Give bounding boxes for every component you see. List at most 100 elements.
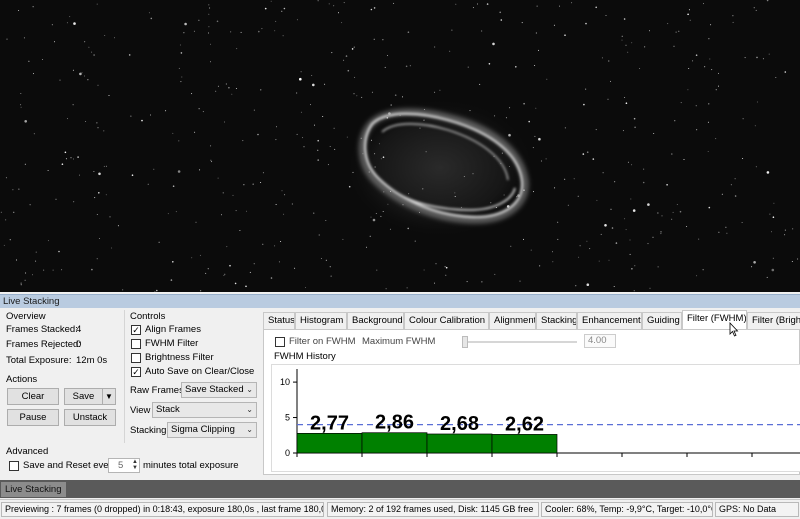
tab-guiding[interactable]: Guiding: [642, 312, 682, 329]
star: [232, 194, 234, 196]
star: [387, 55, 388, 56]
star: [333, 127, 335, 129]
star: [490, 202, 492, 204]
star: [371, 139, 372, 141]
star: [586, 283, 590, 287]
star: [257, 133, 259, 136]
star: [762, 58, 764, 60]
star: [42, 59, 43, 60]
star: [564, 178, 566, 180]
tab-status[interactable]: Status: [263, 312, 295, 329]
tab-filter-bright[interactable]: Filter (Bright: [747, 312, 800, 329]
star: [466, 281, 468, 283]
star: [501, 152, 503, 154]
unstack-button[interactable]: Unstack: [64, 409, 116, 426]
star: [217, 85, 219, 87]
star: [718, 231, 720, 233]
star: [631, 42, 633, 44]
align-frames-label: Align Frames: [145, 324, 201, 335]
star: [673, 45, 675, 47]
brightness-filter-checkbox[interactable]: [131, 353, 141, 363]
align-frames-checkbox[interactable]: ✓: [131, 325, 141, 335]
star: [772, 216, 775, 218]
star: [98, 238, 100, 239]
star: [402, 96, 403, 98]
star: [373, 38, 375, 40]
star: [351, 48, 354, 50]
star: [704, 66, 706, 68]
max-fwhm-slider[interactable]: [462, 336, 577, 348]
star: [96, 258, 98, 260]
stepper-arrows-icon[interactable]: ▲ ▼: [132, 459, 138, 471]
star: [258, 30, 260, 33]
star: [20, 106, 22, 108]
star: [647, 203, 650, 206]
star: [338, 12, 339, 14]
tab-live-stacking[interactable]: Live Stacking: [1, 482, 66, 497]
star: [715, 89, 717, 91]
tab-enhancement[interactable]: Enhancement: [577, 312, 642, 329]
star: [510, 245, 512, 247]
star: [629, 253, 631, 255]
star: [768, 53, 770, 55]
save-reset-stepper[interactable]: 5 ▲ ▼: [108, 458, 140, 473]
star: [657, 212, 659, 214]
pause-button[interactable]: Pause: [7, 409, 59, 426]
star: [380, 215, 382, 217]
star: [320, 258, 322, 259]
save-reset-checkbox[interactable]: [9, 461, 19, 471]
star: [734, 178, 736, 180]
star: [696, 275, 698, 277]
star: [680, 102, 682, 104]
save-button[interactable]: Save: [64, 388, 103, 405]
star: [28, 60, 30, 62]
star: [72, 158, 74, 160]
tab-background[interactable]: Background: [347, 312, 404, 329]
fwhm-value-label: 2,68: [440, 413, 479, 435]
fwhm-filter-checkbox[interactable]: [131, 339, 141, 349]
star: [671, 218, 673, 220]
star: [130, 115, 132, 117]
star: [610, 80, 611, 82]
star: [608, 259, 610, 261]
view-select[interactable]: Stack ⌄: [152, 402, 257, 418]
star: [492, 42, 495, 46]
star: [348, 185, 351, 188]
filter-fwhm-tab-panel: Filter on FWHM Maximum FWHM 4.00 FWHM Hi…: [263, 329, 800, 475]
fwhm-filter-label: FWHM Filter: [145, 338, 199, 349]
star: [766, 0, 769, 2]
save-dropdown-button[interactable]: ▼: [102, 388, 116, 405]
star: [223, 274, 225, 276]
star: [111, 247, 113, 249]
tab-histogram[interactable]: Histogram: [295, 312, 347, 329]
raw-frames-select[interactable]: Save Stacked ⌄: [181, 382, 257, 398]
auto-save-checkbox[interactable]: ✓: [131, 367, 141, 377]
tab-colour-calibration[interactable]: Colour Calibration: [404, 312, 489, 329]
stacked-image-preview[interactable]: [0, 0, 800, 292]
max-fwhm-input[interactable]: 4.00: [584, 334, 616, 348]
star: [52, 269, 54, 271]
advanced-heading: Advanced: [6, 446, 49, 457]
star: [486, 3, 489, 5]
star: [393, 2, 395, 4]
star: [649, 30, 650, 32]
stacking-select[interactable]: Sigma Clipping ⌄: [167, 422, 257, 438]
star: [274, 30, 276, 32]
fwhm-bar: [361, 432, 428, 454]
slider-thumb[interactable]: [462, 336, 468, 348]
star: [198, 108, 200, 110]
star: [103, 130, 105, 132]
star: [595, 6, 597, 9]
star: [627, 51, 629, 53]
star: [51, 24, 53, 26]
star: [494, 273, 496, 275]
star: [261, 28, 263, 30]
star: [407, 227, 410, 230]
tab-stacking[interactable]: Stacking: [536, 312, 577, 329]
clear-button[interactable]: Clear: [7, 388, 59, 405]
star: [378, 143, 380, 145]
filter-on-fwhm-checkbox[interactable]: [275, 337, 285, 347]
tab-alignment[interactable]: Alignment: [489, 312, 536, 329]
star: [208, 13, 210, 15]
star: [611, 227, 614, 229]
